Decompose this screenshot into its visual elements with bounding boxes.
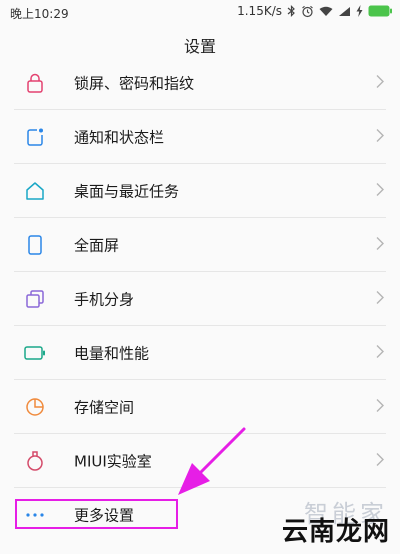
settings-item-home-recents[interactable]: 桌面与最近任务 — [0, 164, 400, 218]
chevron-right-icon — [376, 236, 384, 255]
chevron-right-icon — [376, 74, 384, 93]
second-space-icon — [24, 288, 46, 310]
status-time: 晚上10:29 — [10, 7, 69, 21]
battery-level-icon — [368, 5, 392, 17]
chevron-right-icon — [376, 290, 384, 309]
settings-item-label: 锁屏、密码和指纹 — [74, 74, 195, 93]
watermark: 智能家 云南龙网 — [264, 494, 392, 550]
charging-icon — [356, 5, 363, 17]
chevron-right-icon — [376, 398, 384, 417]
lab-flask-icon — [24, 450, 46, 472]
signal-icon — [338, 6, 351, 17]
settings-item-second-space[interactable]: 手机分身 — [0, 272, 400, 326]
battery-icon — [24, 342, 46, 364]
settings-item-label: 电量和性能 — [74, 344, 150, 363]
status-icons: 1.15K/s — [237, 4, 392, 18]
highlight-box — [15, 499, 178, 529]
chevron-right-icon — [376, 128, 384, 147]
settings-item-lock-password-fingerprint[interactable]: 锁屏、密码和指纹 — [0, 56, 400, 110]
storage-pie-icon — [24, 396, 46, 418]
settings-item-label: 通知和状态栏 — [74, 128, 165, 147]
settings-item-label: 桌面与最近任务 — [74, 182, 180, 201]
network-speed: 1.15K/s — [237, 4, 282, 18]
status-bar: 晚上10:29 1.15K/s — [0, 0, 400, 24]
chevron-right-icon — [376, 182, 384, 201]
fullscreen-phone-icon — [24, 234, 46, 256]
watermark-bottom-text: 云南龙网 — [281, 517, 390, 547]
home-icon — [24, 180, 46, 202]
alarm-icon — [301, 5, 314, 18]
lock-icon — [24, 72, 46, 94]
chevron-right-icon — [376, 452, 384, 471]
notification-icon — [24, 126, 46, 148]
pointer-arrow-icon — [178, 427, 246, 495]
settings-item-battery-performance[interactable]: 电量和性能 — [0, 326, 400, 380]
settings-item-label: MIUI实验室 — [74, 452, 152, 471]
settings-item-full-screen[interactable]: 全面屏 — [0, 218, 400, 272]
chevron-right-icon — [376, 344, 384, 363]
settings-item-label: 手机分身 — [74, 290, 135, 309]
settings-item-notifications-status-bar[interactable]: 通知和状态栏 — [0, 110, 400, 164]
bluetooth-icon — [287, 5, 296, 17]
settings-item-label: 全面屏 — [74, 236, 120, 255]
settings-item-label: 存储空间 — [74, 398, 135, 417]
wifi-icon — [319, 6, 333, 17]
